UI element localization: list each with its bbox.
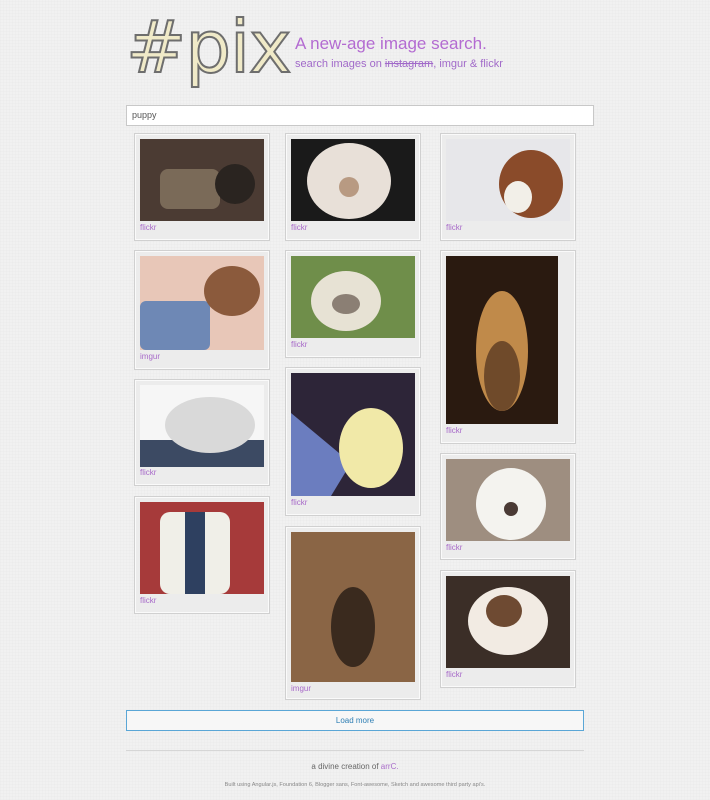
result-source[interactable]: flickr (446, 543, 462, 552)
result-card[interactable]: imgur (134, 250, 270, 370)
result-image-detail (215, 164, 255, 204)
result-image[interactable] (446, 139, 570, 221)
result-source[interactable]: flickr (291, 498, 307, 507)
result-image[interactable] (140, 385, 264, 467)
result-image-detail (185, 512, 205, 594)
source-imgur-flickr: imgur & flickr (439, 58, 503, 70)
result-source[interactable]: flickr (291, 340, 307, 349)
result-image[interactable] (291, 139, 415, 221)
result-image[interactable] (140, 139, 264, 221)
result-source[interactable]: flickr (140, 468, 156, 477)
result-image-subject (140, 301, 210, 350)
result-image-detail (204, 266, 260, 316)
result-image[interactable] (291, 373, 415, 496)
result-source[interactable]: flickr (446, 223, 462, 232)
result-card[interactable]: imgur (285, 526, 421, 700)
result-image-detail (486, 595, 522, 627)
result-card[interactable]: flickr (440, 133, 576, 241)
result-image-subject (160, 169, 220, 209)
result-card[interactable]: flickr (440, 250, 576, 444)
result-card[interactable]: flickr (134, 133, 270, 241)
result-source[interactable]: imgur (291, 684, 311, 693)
source-instagram: instagram (384, 58, 434, 70)
result-image[interactable] (446, 459, 570, 541)
result-card[interactable]: flickr (285, 367, 421, 516)
result-card[interactable]: flickr (134, 379, 270, 486)
result-image-detail (504, 181, 532, 213)
result-image-subject (165, 397, 255, 453)
result-source[interactable]: flickr (446, 426, 462, 435)
result-image[interactable] (446, 256, 558, 424)
footer-credit: a divine creation of arrC. (0, 762, 710, 771)
result-image-detail (332, 294, 360, 314)
result-card[interactable]: flickr (440, 453, 576, 560)
result-image-subject (331, 587, 375, 667)
result-image-detail (339, 177, 359, 197)
footer-divider (126, 750, 584, 751)
subline-prefix: search images on (295, 58, 382, 70)
result-source[interactable]: imgur (140, 352, 160, 361)
result-image-detail (484, 341, 520, 411)
result-image[interactable] (446, 576, 570, 668)
result-source[interactable]: flickr (140, 223, 156, 232)
result-image[interactable] (140, 256, 264, 350)
credit-prefix: a divine creation of (311, 762, 379, 771)
result-image-detail (504, 502, 518, 516)
result-source[interactable]: flickr (140, 596, 156, 605)
result-card[interactable]: flickr (440, 570, 576, 688)
result-card[interactable]: flickr (285, 133, 421, 241)
search-input[interactable]: puppy (126, 105, 594, 126)
result-source[interactable]: flickr (291, 223, 307, 232)
result-source[interactable]: flickr (446, 670, 462, 679)
result-image-subject (339, 408, 403, 488)
subline: search images on instagram, imgur & flic… (295, 58, 503, 70)
tagline: A new-age image search. (295, 34, 487, 53)
result-image[interactable] (140, 502, 264, 594)
author-link[interactable]: arrC. (381, 762, 399, 771)
logo: #pix (125, 4, 293, 90)
result-image[interactable] (291, 532, 415, 682)
result-image[interactable] (291, 256, 415, 338)
footer-built-with: Built using Angular.js, Foundation 6, Bl… (224, 782, 486, 788)
result-card[interactable]: flickr (134, 496, 270, 614)
result-card[interactable]: flickr (285, 250, 421, 358)
load-more-button[interactable]: Load more (126, 710, 584, 731)
